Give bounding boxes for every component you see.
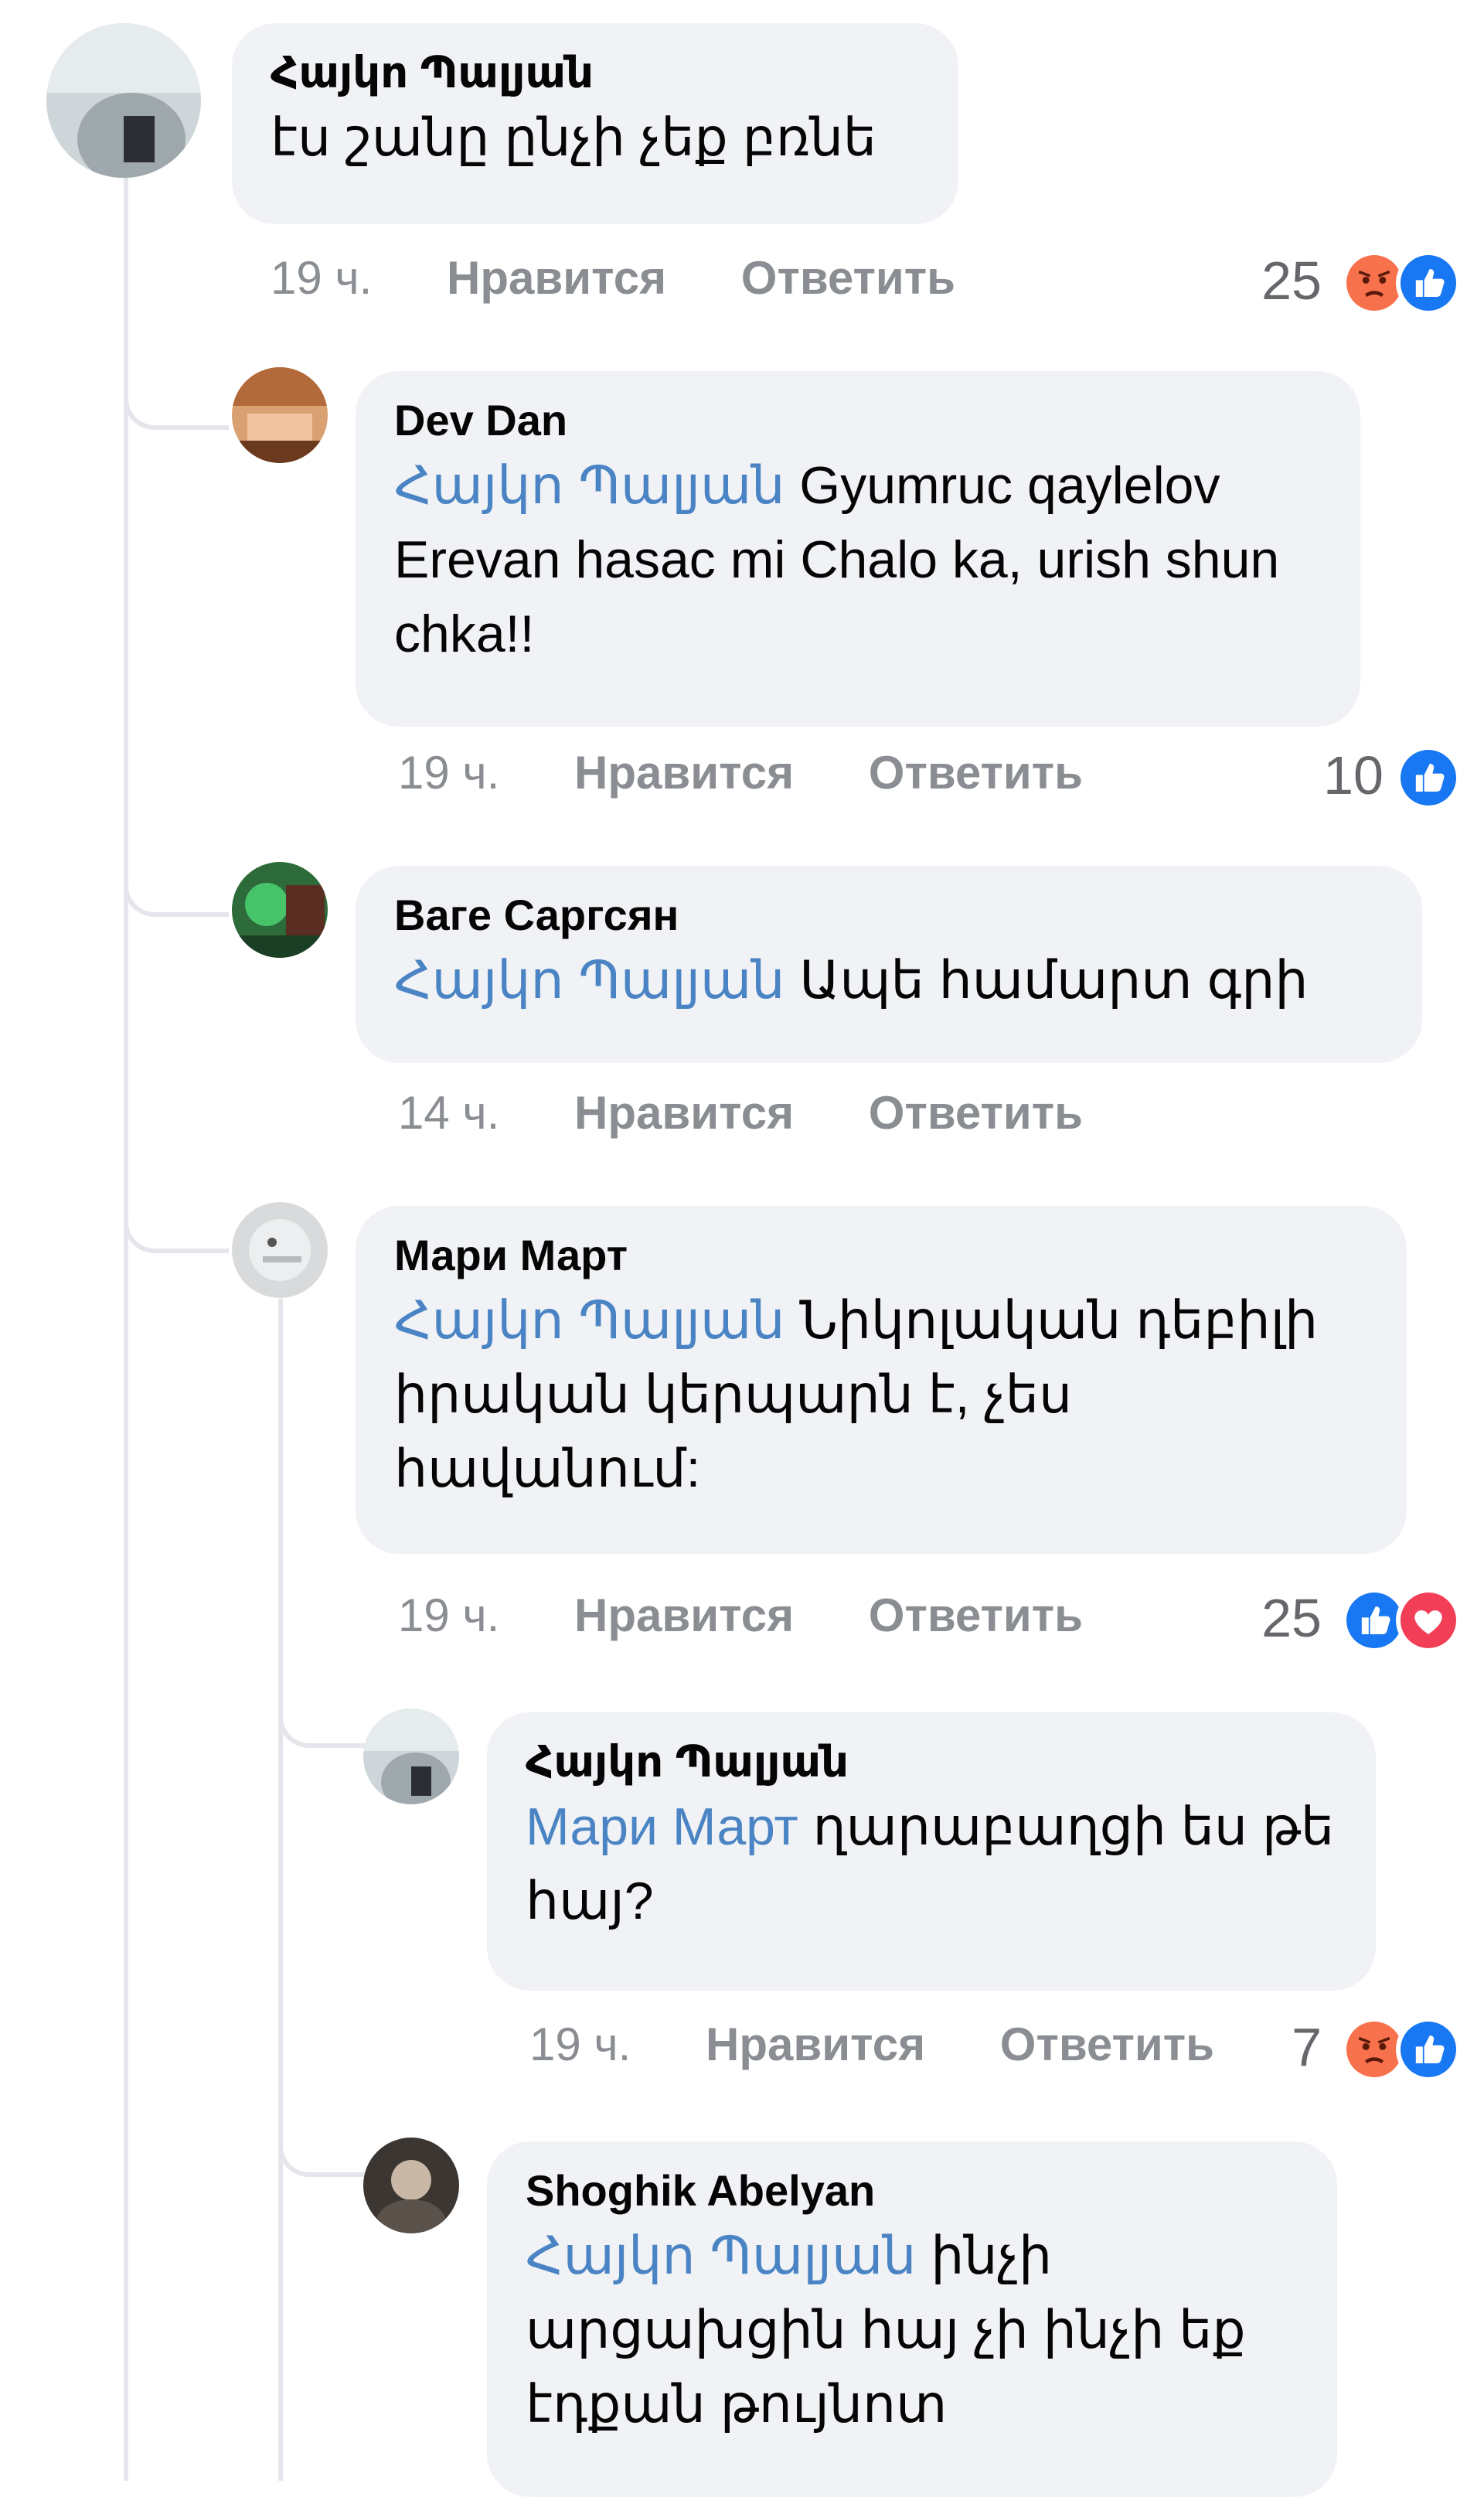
comment-bubble: Мари Март Հայկո Պալյան Նիկոլական դեբիլի … bbox=[356, 1206, 1407, 1554]
reaction-summary[interactable]: 25 bbox=[1190, 1583, 1469, 1653]
avatar[interactable] bbox=[232, 862, 328, 958]
thread-line-main bbox=[124, 178, 128, 2481]
reaction-summary[interactable]: 7 bbox=[1252, 2012, 1469, 2082]
thread-curve-5 bbox=[278, 2118, 368, 2177]
comment-time[interactable]: 19 ч. bbox=[398, 1589, 499, 1641]
reaction-count: 7 bbox=[1292, 2017, 1322, 2077]
comment-text: էս շանը ընչի չեք բռնե bbox=[271, 108, 877, 167]
like-button[interactable]: Нравится bbox=[447, 252, 666, 304]
avatar[interactable] bbox=[232, 367, 328, 463]
comment-time[interactable]: 19 ч. bbox=[529, 2018, 631, 2070]
comment-body: Ապե համարտ գրի bbox=[799, 951, 1309, 1010]
comment-bubble: Հայկո Պալյան էս շանը ընչի չեք բռնե bbox=[232, 23, 958, 224]
comment-actions: 19 ч. Нравится Ответить bbox=[398, 1589, 1145, 1642]
comment-text: Հայկո Պալյան ինչի արցախցին հայ չի ինչի ե… bbox=[526, 2219, 1298, 2441]
comment-thread: Հայկո Պալյան էս շանը ընչի չեք բռնե 19 ч.… bbox=[0, 0, 1484, 2497]
comment-bubble: Հայկո Պալյան Мари Март ղարաբաղցի ես թե հ… bbox=[487, 1712, 1376, 1991]
reaction-count: 10 bbox=[1323, 745, 1384, 806]
mention-link[interactable]: Мари Март bbox=[526, 1797, 798, 1856]
comment-time[interactable]: 19 ч. bbox=[271, 252, 372, 304]
comment-actions: 14 ч. Нравится Ответить bbox=[398, 1086, 1145, 1139]
mention-link[interactable]: Հայկո Պալյան bbox=[394, 456, 785, 515]
comment-actions: 19 ч. Нравится Ответить bbox=[529, 2018, 1230, 2071]
reaction-summary[interactable]: 25 bbox=[1190, 246, 1469, 315]
like-button[interactable]: Нравится bbox=[574, 1087, 794, 1139]
reply-button[interactable]: Ответить bbox=[869, 1087, 1083, 1139]
comment-text: Հայկո Պալյան Նիկոլական դեբիլի իրական կեր… bbox=[394, 1283, 1368, 1506]
avatar[interactable] bbox=[363, 2138, 459, 2233]
reaction-count: 25 bbox=[1261, 1588, 1322, 1648]
like-button[interactable]: Нравится bbox=[574, 747, 794, 799]
comment-text: Мари Март ղարաբաղցի ես թե հայ? bbox=[526, 1790, 1337, 1938]
reaction-count: 25 bbox=[1261, 250, 1322, 311]
avatar[interactable] bbox=[232, 1202, 328, 1298]
mention-link[interactable]: Հայկո Պալյան bbox=[394, 951, 785, 1010]
avatar[interactable] bbox=[46, 23, 201, 178]
comment-author[interactable]: Ваге Саргсян bbox=[394, 887, 1384, 943]
like-icon bbox=[1396, 745, 1461, 810]
comment-actions: 19 ч. Нравится Ответить bbox=[271, 251, 1017, 305]
comment-bubble: Ваге Саргсян Հայկո Պալյան Ապե համարտ գրի bbox=[356, 866, 1422, 1063]
comment-text: Հայկո Պալյան Ապե համարտ գրի bbox=[394, 943, 1384, 1017]
reply-button[interactable]: Ответить bbox=[741, 252, 955, 304]
thread-line-nested bbox=[278, 1299, 283, 2481]
thread-curve-4 bbox=[278, 1689, 368, 1748]
like-icon bbox=[1396, 2017, 1461, 2082]
comment-text: Հայկո Պալյան Gyumruc qaylelov Erevan has… bbox=[394, 448, 1322, 671]
thread-curve-1 bbox=[124, 371, 229, 430]
reply-button[interactable]: Ответить bbox=[1000, 2018, 1214, 2070]
like-icon bbox=[1396, 250, 1461, 315]
reaction-summary[interactable]: 10 bbox=[1190, 741, 1469, 810]
reply-button[interactable]: Ответить bbox=[869, 747, 1083, 799]
comment-actions: 19 ч. Нравится Ответить bbox=[398, 746, 1145, 799]
mention-link[interactable]: Հայկո Պալյան bbox=[394, 1291, 785, 1350]
comment-author[interactable]: Shoghik Abelyan bbox=[526, 2163, 1298, 2219]
comment-bubble: Shoghik Abelyan Հայկո Պալյան ինչի արցախց… bbox=[487, 2141, 1337, 2497]
comment-bubble: Dev Dan Հայկո Պալյան Gyumruc qaylelov Er… bbox=[356, 371, 1360, 727]
like-button[interactable]: Нравится bbox=[574, 1589, 794, 1641]
avatar[interactable] bbox=[363, 1708, 459, 1804]
like-button[interactable]: Нравится bbox=[706, 2018, 925, 2070]
comment-time[interactable]: 14 ч. bbox=[398, 1087, 499, 1139]
comment-time[interactable]: 19 ч. bbox=[398, 747, 499, 799]
thread-curve-3 bbox=[124, 1194, 229, 1253]
comment-author[interactable]: Հայկո Պալյան bbox=[526, 1734, 1337, 1790]
comment-author[interactable]: Հայկո Պալյան bbox=[271, 45, 920, 100]
comment-author[interactable]: Мари Март bbox=[394, 1228, 1368, 1283]
love-icon bbox=[1396, 1588, 1461, 1653]
comment-author[interactable]: Dev Dan bbox=[394, 393, 1322, 448]
reply-button[interactable]: Ответить bbox=[869, 1589, 1083, 1641]
thread-curve-2 bbox=[124, 858, 229, 917]
mention-link[interactable]: Հայկո Պալյան bbox=[526, 2226, 916, 2285]
